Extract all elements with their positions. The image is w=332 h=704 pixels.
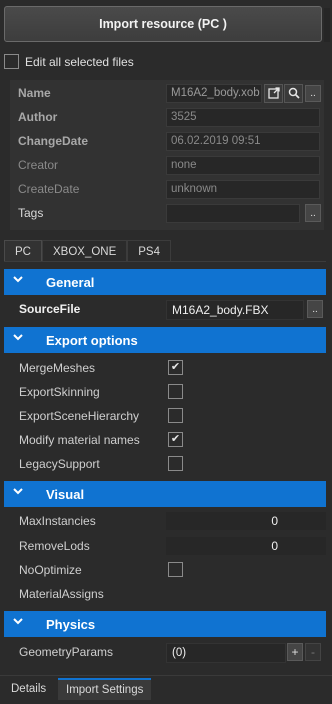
remove-item-button[interactable]: -	[305, 643, 321, 661]
mergemeshes-label: MergeMeshes	[19, 361, 96, 375]
exportscenehierarchy-label: ExportSceneHierarchy	[19, 409, 140, 423]
add-item-button[interactable]: +	[287, 643, 303, 661]
chevron-down-icon	[12, 331, 26, 347]
meta-author-value: 3525	[166, 107, 320, 127]
scrollbar[interactable]	[324, 8, 330, 42]
meta-author-label: Author	[18, 110, 58, 124]
sourcefile-input[interactable]: M16A2_body.FBX	[166, 300, 304, 320]
meta-row-author: Author 3525	[10, 106, 324, 128]
legacysupport-checkbox[interactable]	[168, 456, 183, 471]
nooptimize-label: NoOptimize	[19, 563, 82, 577]
name-browse-button[interactable]: ..	[305, 85, 321, 102]
exportskinning-label: ExportSkinning	[19, 385, 100, 399]
tab-ps4[interactable]: PS4	[127, 240, 172, 262]
row-mergemeshes: MergeMeshes ✔	[4, 356, 326, 380]
section-general[interactable]: General	[4, 269, 326, 295]
section-physics-title: Physics	[46, 616, 96, 632]
chevron-down-icon	[12, 485, 26, 501]
meta-createdate-label: CreateDate	[18, 182, 80, 196]
row-nooptimize: NoOptimize	[4, 558, 326, 582]
meta-row-createdate: CreateDate unknown	[10, 178, 324, 200]
meta-createdate-value: unknown	[166, 179, 320, 199]
meta-changedate-label: ChangeDate	[18, 134, 89, 148]
edit-all-label: Edit all selected files	[25, 54, 134, 69]
section-physics[interactable]: Physics	[4, 611, 326, 637]
platform-tabs: PC XBOX_ONE PS4	[4, 240, 172, 262]
meta-name-label: Name	[18, 86, 51, 100]
row-geometryparams: GeometryParams (0) + -	[4, 640, 326, 664]
row-materialassigns: MaterialAssigns	[4, 582, 326, 606]
legacysupport-label: LegacySupport	[19, 457, 100, 471]
edit-all-selected-files[interactable]: Edit all selected files	[4, 54, 134, 69]
tab-pc[interactable]: PC	[4, 240, 42, 262]
exportskinning-checkbox[interactable]	[168, 384, 183, 399]
nooptimize-checkbox[interactable]	[168, 562, 183, 577]
sourcefile-browse-button[interactable]: ..	[307, 300, 323, 318]
row-exportskinning: ExportSkinning	[4, 380, 326, 404]
geometryparams-label: GeometryParams	[19, 645, 114, 659]
tabs-divider	[4, 261, 326, 262]
open-external-icon[interactable]	[264, 83, 283, 103]
search-icon[interactable]	[284, 83, 303, 103]
resource-meta: Name M16A2_body.xob .. Author 3525 Chang…	[10, 80, 324, 230]
row-removelods: RemoveLods 0	[4, 534, 326, 558]
section-visual[interactable]: Visual	[4, 481, 326, 507]
meta-row-changedate: ChangeDate 06.02.2019 09:51	[10, 130, 324, 152]
meta-name-value: M16A2_body.xob	[166, 83, 262, 103]
meta-row-tags: Tags ..	[10, 202, 324, 224]
meta-tags-label: Tags	[18, 206, 44, 220]
tab-xbox-one[interactable]: XBOX_ONE	[41, 240, 128, 262]
modify-material-names-checkbox[interactable]: ✔	[168, 432, 183, 447]
section-export-options[interactable]: Export options	[4, 327, 326, 353]
section-visual-title: Visual	[46, 486, 85, 502]
edit-all-checkbox[interactable]	[4, 54, 19, 69]
removelods-input[interactable]: 0	[166, 537, 326, 555]
modify-material-names-label: Modify material names	[19, 433, 140, 447]
maxinstancies-input[interactable]: 0	[166, 512, 326, 530]
bottom-tabs: Details Import Settings	[0, 675, 332, 704]
row-sourcefile: SourceFile M16A2_body.FBX ..	[4, 297, 326, 321]
materialassigns-label: MaterialAssigns	[19, 587, 104, 601]
meta-changedate-value: 06.02.2019 09:51	[166, 131, 320, 151]
tab-import-settings[interactable]: Import Settings	[58, 678, 152, 700]
exportscenehierarchy-checkbox[interactable]	[168, 408, 183, 423]
section-export-title: Export options	[46, 332, 138, 348]
maxinstancies-label: MaxInstancies	[19, 514, 96, 528]
row-exportscenehierarchy: ExportSceneHierarchy	[4, 404, 326, 428]
row-legacysupport: LegacySupport	[4, 452, 326, 476]
meta-row-name: Name M16A2_body.xob ..	[10, 82, 324, 104]
meta-creator-label: Creator	[18, 158, 59, 172]
resource-properties-panel: Import resource (PC ) Edit all selected …	[0, 0, 332, 704]
tab-details[interactable]: Details	[3, 678, 54, 700]
removelods-label: RemoveLods	[19, 539, 90, 553]
chevron-down-icon	[12, 615, 26, 631]
tags-input[interactable]	[166, 203, 300, 223]
meta-row-creator: Creator none	[10, 154, 324, 176]
import-resource-button[interactable]: Import resource (PC )	[4, 6, 322, 42]
sourcefile-label: SourceFile	[19, 302, 81, 316]
row-maxinstancies: MaxInstancies 0	[4, 509, 326, 533]
chevron-down-icon	[12, 273, 26, 289]
row-modify-material-names: Modify material names ✔	[4, 428, 326, 452]
geometryparams-value[interactable]: (0)	[166, 643, 286, 663]
section-general-title: General	[46, 274, 95, 290]
tags-browse-button[interactable]: ..	[305, 204, 321, 222]
meta-creator-value: none	[166, 155, 320, 175]
mergemeshes-checkbox[interactable]: ✔	[168, 360, 183, 375]
